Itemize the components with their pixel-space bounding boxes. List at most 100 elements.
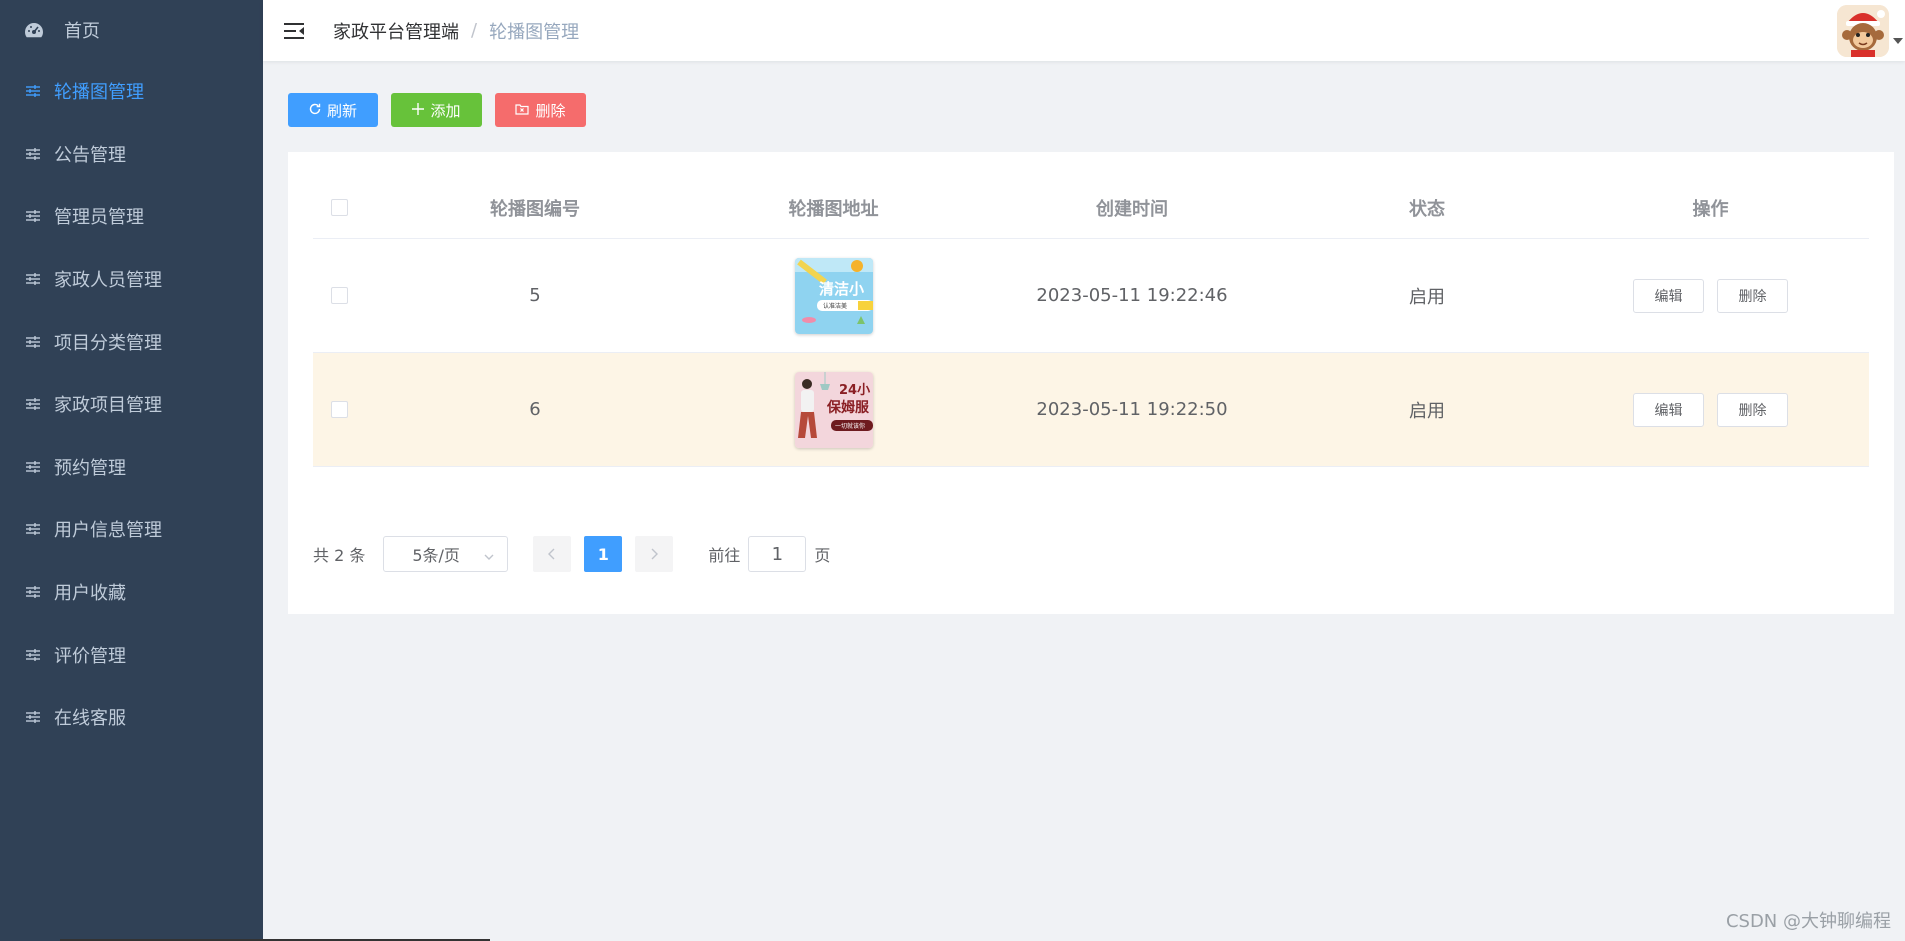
cell-status: 启用 [1409,286,1445,308]
sidebar-item-category[interactable]: 项目分类管理 [0,310,263,373]
watermark: CSDN @大钟聊编程 [1725,911,1891,932]
chevron-down-icon [483,548,495,560]
cell-actions: 编辑 删除 [1552,278,1869,313]
column-header-id[interactable]: 轮播图编号 [365,195,705,221]
sidebar-item-users[interactable]: 用户信息管理 [0,498,263,561]
sidebar-item-label: 预约管理 [54,457,126,479]
sidebar-item-notice[interactable]: 公告管理 [0,123,263,186]
cell-created: 2023-05-11 19:22:50 [1036,399,1228,420]
column-header-status[interactable]: 状态 [1302,195,1552,221]
cell-id: 6 [529,399,541,420]
table-row[interactable]: 6 24小 保姆服 一切就该你 2023-05-11 19:22:50 启用 编… [313,353,1869,467]
row-checkbox[interactable] [330,401,348,418]
banner-thumbnail[interactable]: 清洁小 认准洁美 [794,257,873,334]
sliders-icon [24,270,42,288]
cell-image: 清洁小 认准洁美 [705,257,962,334]
goto-page: 前往 页 [708,536,830,572]
row-checkbox[interactable] [330,287,348,304]
top-navbar: 家政平台管理端 / 轮播图管理 [263,0,1905,61]
sidebar-item-reviews[interactable]: 评价管理 [0,623,263,686]
sidebar-item-label: 轮播图管理 [54,82,144,104]
sidebar-item-label: 用户信息管理 [54,520,162,542]
thumb-subtitle: 认准洁美 [823,302,847,310]
user-menu[interactable] [1825,0,1905,61]
header-checkbox-cell [313,199,365,216]
pagination-panel: 共 2 条 5条/页 1 前往 页 [288,494,1894,614]
sidebar-item-label: 管理员管理 [54,207,144,229]
next-page-button[interactable] [635,536,674,572]
thumb-title-2: 保姆服 [826,399,870,416]
goto-prefix: 前往 [708,546,741,565]
pagination: 共 2 条 5条/页 1 前往 页 [313,536,830,572]
row-checkbox-cell [313,401,365,418]
cell-image: 24小 保姆服 一切就该你 [705,371,962,448]
sliders-icon [24,82,42,100]
sidebar-item-booking[interactable]: 预约管理 [0,436,263,499]
page-number-current[interactable]: 1 [584,536,623,572]
table-header: 轮播图编号 轮播图地址 创建时间 状态 操作 [313,177,1869,239]
column-header-created[interactable]: 创建时间 [962,195,1302,221]
sidebar-item-home[interactable]: 首页 [0,0,263,60]
sliders-icon [24,646,42,664]
toolbar: 刷新 添加 删除 [288,93,586,127]
breadcrumb-separator: / [471,20,478,41]
add-button[interactable]: 添加 [391,93,482,127]
cell-status: 启用 [1409,400,1445,422]
plus-icon [412,101,425,119]
thumb-title: 24小 [839,383,870,398]
column-header-image[interactable]: 轮播图地址 [705,195,962,221]
select-all-checkbox[interactable] [330,199,348,216]
thumb-title: 清洁小 [819,280,864,298]
table-row[interactable]: 5 清洁小 认准洁美 2023-05-11 19:22:46 启用 编辑 删除 [313,239,1869,353]
delete-label: 删除 [535,101,566,120]
refresh-label: 刷新 [326,101,357,120]
caret-down-icon [1893,37,1903,44]
delete-button[interactable]: 删除 [1717,278,1788,313]
edit-button[interactable]: 编辑 [1633,392,1704,427]
add-label: 添加 [430,101,461,120]
chevron-left-icon [547,545,557,564]
table-panel: 轮播图编号 轮播图地址 创建时间 状态 操作 5 清洁小 认准洁美 2023-0… [288,152,1894,494]
sidebar-item-housekeeper[interactable]: 家政人员管理 [0,248,263,311]
refresh-button[interactable]: 刷新 [288,93,378,127]
cell-actions: 编辑 删除 [1552,392,1869,427]
breadcrumb: 家政平台管理端 / 轮播图管理 [333,18,579,44]
hamburger-icon[interactable] [283,20,305,42]
banner-thumbnail[interactable]: 24小 保姆服 一切就该你 [794,371,873,448]
sidebar-item-label: 家政项目管理 [54,395,162,417]
sliders-icon [24,520,42,538]
page-size-value: 5条/页 [412,546,460,565]
sidebar-item-label: 在线客服 [54,708,126,730]
prev-page-button[interactable] [533,536,572,572]
dashboard-icon [24,21,44,39]
sliders-icon [24,583,42,601]
thumb-subtitle: 一切就该你 [835,422,865,430]
sliders-icon [24,145,42,163]
sliders-icon [24,207,42,225]
goto-suffix: 页 [814,546,831,565]
batch-delete-button[interactable]: 删除 [495,93,586,127]
sidebar-item-label: 评价管理 [54,645,126,667]
sidebar-item-project[interactable]: 家政项目管理 [0,373,263,436]
breadcrumb-current: 轮播图管理 [489,21,580,43]
banner-table: 轮播图编号 轮播图地址 创建时间 状态 操作 5 清洁小 认准洁美 2023-0… [313,177,1869,467]
sidebar-item-admin[interactable]: 管理员管理 [0,185,263,248]
sidebar-item-favorites[interactable]: 用户收藏 [0,561,263,624]
sliders-icon [24,708,42,726]
sidebar: 首页 轮播图管理 公告管理 管理员管理 家政人员管理 项目分类管理 家政项目管理… [0,0,263,941]
sliders-icon [24,395,42,413]
cell-id: 5 [529,285,541,306]
edit-button[interactable]: 编辑 [1633,278,1704,313]
row-checkbox-cell [313,287,365,304]
avatar[interactable] [1837,4,1889,57]
sliders-icon [24,458,42,476]
page-size-select[interactable]: 5条/页 [383,536,509,572]
sidebar-item-label: 家政人员管理 [54,270,162,292]
goto-page-input[interactable] [748,536,807,572]
breadcrumb-root[interactable]: 家政平台管理端 [333,18,459,44]
delete-button[interactable]: 删除 [1717,392,1788,427]
sidebar-item-support[interactable]: 在线客服 [0,686,263,749]
refresh-icon [309,101,321,119]
sidebar-item-banner[interactable]: 轮播图管理 [0,60,263,123]
column-header-actions: 操作 [1692,198,1729,220]
